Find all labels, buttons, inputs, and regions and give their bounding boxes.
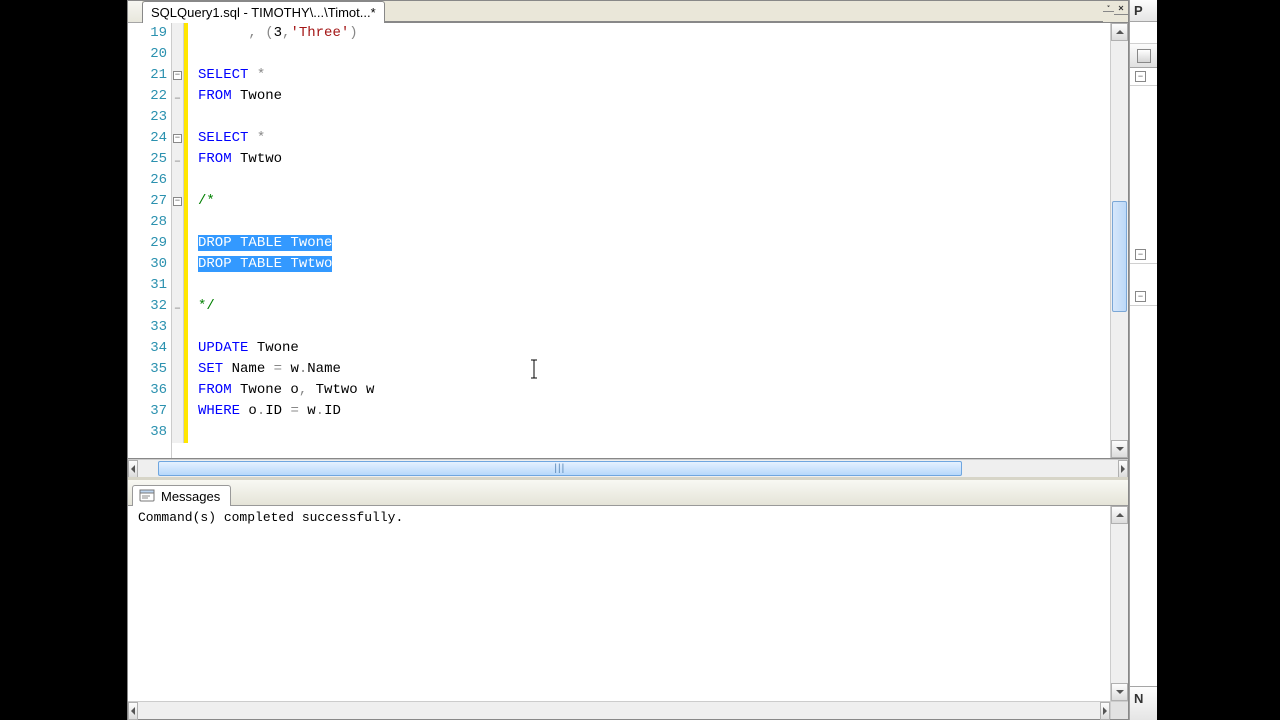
code-line[interactable]: FROM Twtwo bbox=[198, 149, 1100, 170]
properties-expander-row-3[interactable]: − bbox=[1130, 288, 1157, 306]
messages-body: Command(s) completed successfully. bbox=[128, 506, 1128, 701]
code-line[interactable]: SET Name = w.Name bbox=[198, 359, 1100, 380]
code-line[interactable]: FROM Twone o, Twtwo w bbox=[198, 380, 1100, 401]
code-body[interactable]: , (3,'Three')SELECT *FROM TwoneSELECT *F… bbox=[188, 23, 1110, 458]
fold-indicator-margin: −–−–−– bbox=[172, 23, 184, 443]
code-line[interactable]: FROM Twone bbox=[198, 86, 1100, 107]
properties-content-1 bbox=[1130, 86, 1157, 246]
code-line[interactable]: /* bbox=[198, 191, 1100, 212]
close-tab-button[interactable] bbox=[1114, 1, 1128, 15]
properties-content-3 bbox=[1130, 306, 1157, 686]
properties-footer: N bbox=[1130, 686, 1157, 720]
vscroll-thumb[interactable] bbox=[1112, 201, 1127, 313]
msg-hscroll-track[interactable] bbox=[138, 702, 1100, 719]
hscroll-right-button[interactable] bbox=[1118, 460, 1128, 478]
tab-dropdown-icon[interactable] bbox=[1103, 1, 1114, 12]
code-line[interactable] bbox=[198, 44, 1100, 65]
messages-text[interactable]: Command(s) completed successfully. bbox=[128, 506, 1110, 701]
msg-vscroll-track[interactable] bbox=[1111, 524, 1128, 683]
vscroll-down-button[interactable] bbox=[1111, 440, 1128, 458]
messages-icon bbox=[139, 488, 155, 504]
minus-icon[interactable]: − bbox=[1135, 71, 1146, 82]
code-line[interactable] bbox=[198, 317, 1100, 338]
tab-strip-rest bbox=[385, 1, 1103, 22]
editor-area: 1920212223242526272829303132333435363738… bbox=[128, 23, 1128, 719]
document-window: SQLQuery1.sql - TIMOTHY\...\Timot...* 19… bbox=[127, 0, 1129, 720]
hscroll-track[interactable]: ||| bbox=[138, 460, 1118, 477]
fold-toggle-icon[interactable]: − bbox=[173, 197, 182, 206]
properties-expander-row-2[interactable]: − bbox=[1130, 246, 1157, 264]
code-line[interactable]: UPDATE Twone bbox=[198, 338, 1100, 359]
letterbox-left bbox=[0, 0, 127, 720]
code-line[interactable]: */ bbox=[198, 296, 1100, 317]
code-line[interactable] bbox=[198, 212, 1100, 233]
fold-toggle-icon[interactable]: − bbox=[173, 134, 182, 143]
properties-toolbar bbox=[1130, 44, 1157, 68]
messages-tab[interactable]: Messages bbox=[132, 485, 231, 506]
messages-tab-label: Messages bbox=[161, 489, 220, 504]
code-line[interactable]: WHERE o.ID = w.ID bbox=[198, 401, 1100, 422]
vscroll-track[interactable] bbox=[1111, 41, 1128, 440]
properties-categorize-icon[interactable] bbox=[1137, 49, 1151, 63]
code-line[interactable]: , (3,'Three') bbox=[198, 23, 1100, 44]
code-line[interactable] bbox=[198, 275, 1100, 296]
fold-toggle-icon[interactable]: − bbox=[173, 71, 182, 80]
code-line[interactable] bbox=[198, 170, 1100, 191]
document-tab[interactable]: SQLQuery1.sql - TIMOTHY\...\Timot...* bbox=[142, 1, 385, 23]
document-tab-strip: SQLQuery1.sql - TIMOTHY\...\Timot...* bbox=[128, 1, 1128, 23]
tab-spacer bbox=[128, 1, 142, 23]
msg-hscroll-right[interactable] bbox=[1100, 702, 1110, 720]
properties-panel-strip: P − − − N bbox=[1129, 0, 1157, 720]
code-line[interactable] bbox=[198, 107, 1100, 128]
document-tab-title: SQLQuery1.sql - TIMOTHY\...\Timot...* bbox=[151, 5, 376, 20]
messages-tab-strip: Messages bbox=[128, 480, 1128, 506]
line-number-gutter: 1920212223242526272829303132333435363738 bbox=[128, 23, 172, 458]
code-line[interactable]: DROP TABLE Twone bbox=[198, 233, 1100, 254]
msg-vscroll-down[interactable] bbox=[1111, 683, 1128, 701]
hscroll-thumb[interactable]: ||| bbox=[158, 461, 962, 476]
messages-horizontal-scrollbar[interactable] bbox=[128, 701, 1128, 719]
vscroll-up-button[interactable] bbox=[1111, 23, 1128, 41]
editor-horizontal-scrollbar[interactable]: ||| bbox=[128, 459, 1128, 477]
properties-content-2 bbox=[1130, 264, 1157, 288]
msg-vscroll-up[interactable] bbox=[1111, 506, 1128, 524]
messages-pane: Messages Command(s) completed successful… bbox=[128, 477, 1128, 719]
editor-vertical-scrollbar[interactable] bbox=[1110, 23, 1128, 458]
hscroll-left-button[interactable] bbox=[128, 460, 138, 478]
code-line[interactable] bbox=[198, 422, 1100, 443]
code-line[interactable]: SELECT * bbox=[198, 128, 1100, 149]
letterbox-right bbox=[1157, 0, 1280, 720]
msg-hscroll-left[interactable] bbox=[128, 702, 138, 720]
minus-icon[interactable]: − bbox=[1135, 249, 1146, 260]
code-line[interactable]: DROP TABLE Twtwo bbox=[198, 254, 1100, 275]
msg-scroll-corner bbox=[1110, 702, 1128, 719]
minus-icon[interactable]: − bbox=[1135, 291, 1146, 302]
code-line[interactable]: SELECT * bbox=[198, 65, 1100, 86]
messages-vertical-scrollbar[interactable] bbox=[1110, 506, 1128, 701]
properties-expander-row[interactable]: − bbox=[1130, 68, 1157, 86]
properties-header[interactable]: P bbox=[1130, 0, 1157, 22]
properties-row-1[interactable] bbox=[1130, 22, 1157, 44]
code-editor[interactable]: 1920212223242526272829303132333435363738… bbox=[128, 23, 1128, 459]
